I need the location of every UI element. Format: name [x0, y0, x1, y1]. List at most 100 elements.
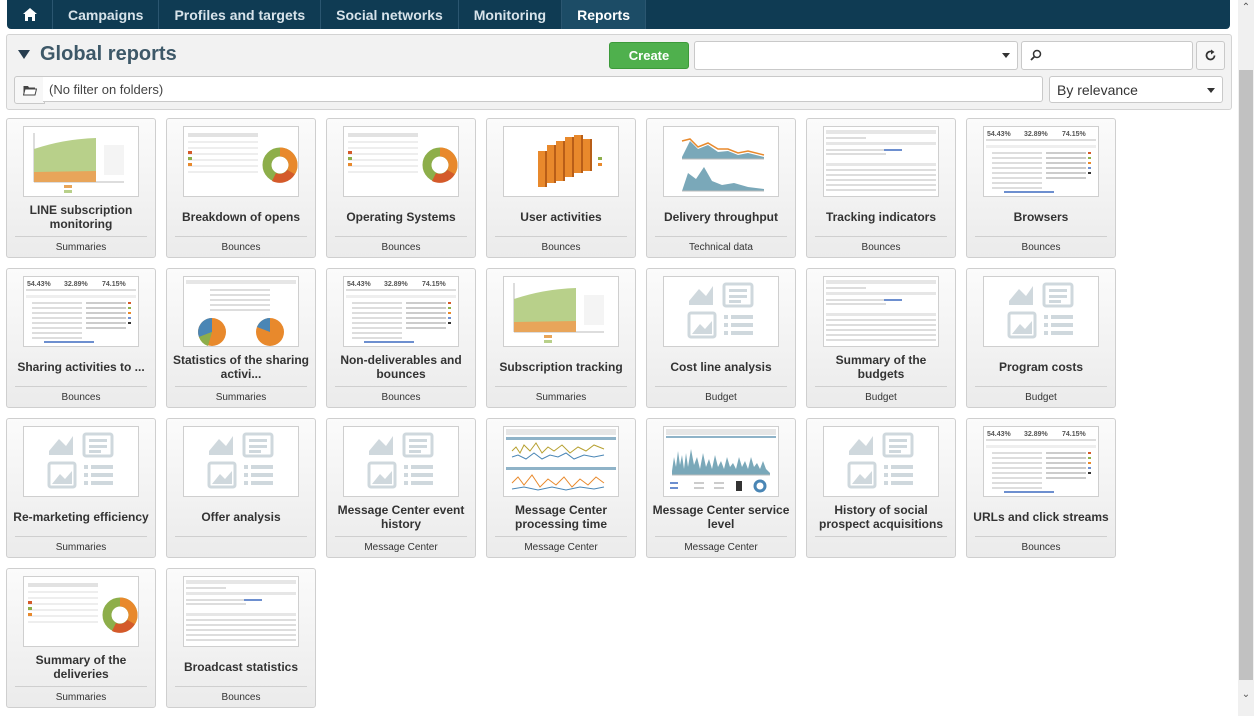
report-thumbnail: 54.43% 32.89% 74.15% — [23, 276, 139, 347]
svg-text:74.15%: 74.15% — [422, 281, 447, 288]
report-category: Bounces — [15, 386, 147, 407]
sort-select-value: By relevance — [1057, 81, 1138, 98]
report-thumbnail — [663, 426, 779, 497]
report-name: Browsers — [1013, 210, 1069, 224]
report-category: Message Center — [655, 536, 787, 557]
report-category: Bounces — [335, 386, 467, 407]
report-type-dropdown[interactable] — [694, 41, 1018, 70]
report-thumbnail — [503, 126, 619, 197]
report-card[interactable]: 54.43% 32.89% 74.15% Browsers Bounces — [966, 118, 1116, 258]
report-thumbnail — [823, 276, 939, 347]
report-category: Summaries — [15, 686, 147, 707]
report-thumbnail — [23, 426, 139, 497]
page-title: Global reports — [40, 43, 177, 65]
tab-profiles-and-targets[interactable]: Profiles and targets — [159, 0, 322, 29]
report-name: URLs and click streams — [973, 510, 1109, 524]
report-name: Re-marketing efficiency — [13, 510, 149, 524]
scrollbar-thumb[interactable] — [1239, 70, 1253, 680]
top-nav: Campaigns Profiles and targets Social ne… — [7, 0, 1230, 29]
create-button[interactable]: Create — [609, 42, 689, 69]
scroll-down-icon[interactable]: ⌄ — [1241, 690, 1251, 700]
report-thumbnail — [23, 576, 139, 647]
report-category: Bounces — [975, 536, 1107, 557]
report-category: Summaries — [495, 386, 627, 407]
report-thumbnail — [503, 426, 619, 497]
report-category: Bounces — [335, 236, 467, 257]
report-card[interactable]: Message Center processing time Message Ce… — [486, 418, 636, 558]
folder-filter-field[interactable]: (No filter on folders) — [43, 76, 1043, 102]
svg-text:32.89%: 32.89% — [384, 281, 409, 288]
report-thumbnail — [503, 276, 619, 347]
report-card[interactable]: Message Center service level Message Cent… — [646, 418, 796, 558]
report-category: Budget — [815, 386, 947, 407]
report-name: Cost line analysis — [670, 360, 772, 374]
refresh-button[interactable] — [1196, 41, 1225, 70]
report-category: Bounces — [495, 236, 627, 257]
report-thumbnail: 54.43% 32.89% 74.15% — [343, 276, 459, 347]
report-card[interactable]: History of social prospect acquisitions — [806, 418, 956, 558]
report-name: Message Center event history — [337, 503, 465, 531]
svg-text:54.43%: 54.43% — [987, 431, 1012, 438]
report-category: Budget — [655, 386, 787, 407]
tab-monitoring[interactable]: Monitoring — [459, 0, 563, 29]
vertical-scrollbar[interactable]: ⌃ ⌄ — [1238, 0, 1254, 716]
report-category: Message Center — [335, 536, 467, 557]
report-name: Delivery throughput — [663, 210, 778, 224]
report-name: Broadcast statistics — [183, 660, 299, 674]
home-icon[interactable] — [7, 0, 53, 29]
search-input[interactable] — [1021, 41, 1193, 70]
report-card[interactable]: Summary of the deliveries Summaries — [6, 568, 156, 708]
report-category: Summaries — [15, 536, 147, 557]
chevron-down-icon — [1207, 88, 1215, 93]
tab-reports[interactable]: Reports — [562, 0, 646, 29]
scroll-up-icon[interactable]: ⌃ — [1241, 3, 1251, 13]
report-category: Message Center — [495, 536, 627, 557]
report-card[interactable]: Breakdown of opens Bounces — [166, 118, 316, 258]
report-card[interactable]: Subscription tracking Summaries — [486, 268, 636, 408]
report-card[interactable]: 54.43% 32.89% 74.15% URLs and click streams… — [966, 418, 1116, 558]
svg-text:54.43%: 54.43% — [987, 131, 1012, 138]
reports-grid: LINE subscription monitoring Summaries Bre… — [6, 118, 1126, 708]
tab-campaigns[interactable]: Campaigns — [53, 0, 160, 29]
report-category — [815, 536, 947, 557]
report-thumbnail — [823, 126, 939, 197]
folder-filter-button[interactable] — [14, 76, 45, 104]
report-card[interactable]: Delivery throughput Technical data — [646, 118, 796, 258]
report-card[interactable]: Program costs Budget — [966, 268, 1116, 408]
report-thumbnail — [23, 126, 139, 197]
report-card[interactable]: Cost line analysis Budget — [646, 268, 796, 408]
report-card[interactable]: Offer analysis — [166, 418, 316, 558]
report-card[interactable]: Operating Systems Bounces — [326, 118, 476, 258]
report-name: Summary of the deliveries — [35, 653, 127, 681]
report-thumbnail — [183, 276, 299, 347]
report-name: Sharing activities to ... — [17, 360, 145, 374]
report-card[interactable]: Message Center event history Message Cent… — [326, 418, 476, 558]
report-card[interactable]: Statistics of the sharing activi... Summa… — [166, 268, 316, 408]
svg-text:74.15%: 74.15% — [102, 281, 127, 288]
report-name: Offer analysis — [201, 510, 281, 524]
report-card[interactable]: LINE subscription monitoring Summaries — [6, 118, 156, 258]
svg-text:74.15%: 74.15% — [1062, 431, 1087, 438]
search-icon — [1030, 49, 1042, 61]
report-name: Operating Systems — [346, 210, 456, 224]
svg-text:32.89%: 32.89% — [64, 281, 89, 288]
report-card[interactable]: Summary of the budgets Budget — [806, 268, 956, 408]
report-thumbnail — [343, 126, 459, 197]
report-name: Subscription tracking — [499, 360, 623, 374]
header-panel: Global reports Create (No filter on fold… — [6, 34, 1232, 110]
report-thumbnail — [823, 426, 939, 497]
report-thumbnail — [183, 126, 299, 197]
tab-social-networks[interactable]: Social networks — [321, 0, 459, 29]
report-name: History of social prospect acquisitions — [818, 503, 944, 531]
report-card[interactable]: Re-marketing efficiency Summaries — [6, 418, 156, 558]
report-name: User activities — [520, 210, 602, 224]
report-card[interactable]: 54.43% 32.89% 74.15% Non-deliverables and b… — [326, 268, 476, 408]
report-card[interactable]: User activities Bounces — [486, 118, 636, 258]
report-category: Bounces — [175, 686, 307, 707]
sort-select[interactable]: By relevance — [1049, 76, 1223, 103]
report-card[interactable]: Tracking indicators Bounces — [806, 118, 956, 258]
report-card[interactable]: 54.43% 32.89% 74.15% Sharing activities to … — [6, 268, 156, 408]
report-card[interactable]: Broadcast statistics Bounces — [166, 568, 316, 708]
svg-text:74.15%: 74.15% — [1062, 131, 1087, 138]
collapse-triangle-icon[interactable] — [18, 50, 30, 59]
